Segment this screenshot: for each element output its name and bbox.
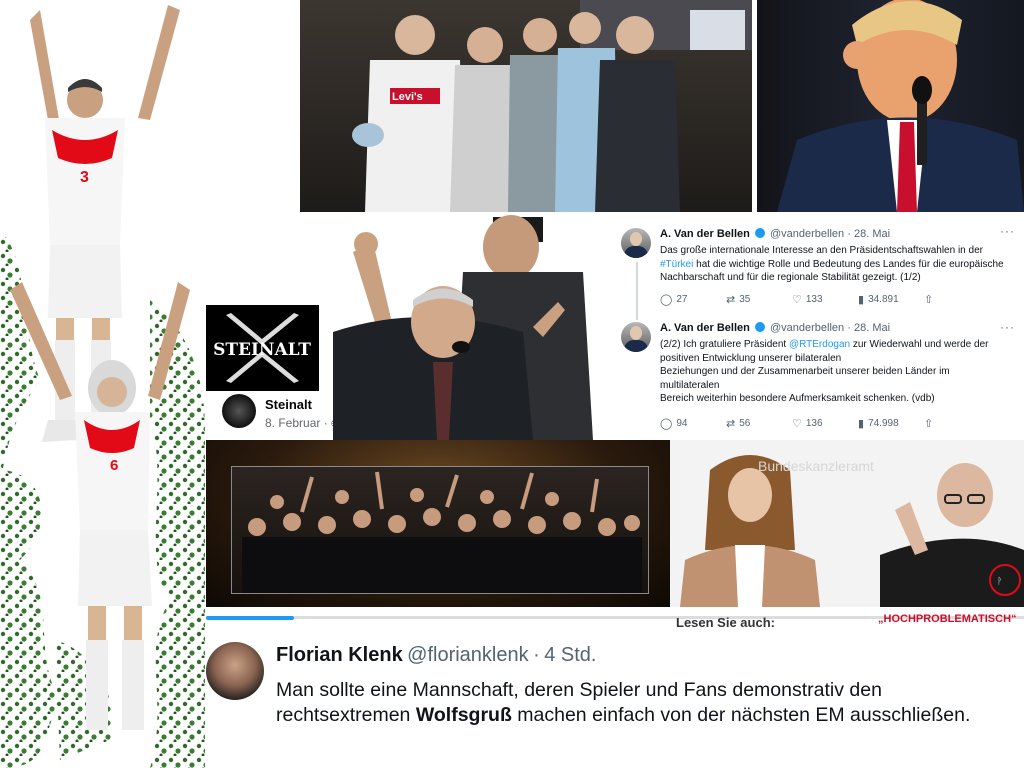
- tweet-text-part: hat die wichtige Rolle und Bedeutung des…: [660, 258, 1004, 284]
- heart-icon: ♡: [792, 293, 802, 306]
- tweet-separator: ·: [847, 322, 851, 334]
- related-headline[interactable]: „HOCHPROBLEMATISCH“: [878, 613, 1017, 625]
- florian-time[interactable]: 4 Std.: [544, 644, 596, 666]
- group-photo-illustration: Levi's: [352, 0, 752, 212]
- tweet-avatar[interactable]: [621, 322, 651, 352]
- views-button[interactable]: ▮ 34.891: [858, 293, 924, 306]
- retweet-button[interactable]: ⇄ 35: [726, 293, 792, 306]
- like-count: 136: [805, 418, 823, 429]
- florian-avatar[interactable]: [206, 642, 264, 700]
- crowd-illustration: [242, 471, 642, 593]
- share-button[interactable]: ⇧: [924, 417, 944, 430]
- tweet-text-part: (2/2) Ich gratuliere Präsident: [660, 339, 789, 350]
- views-count: 74.998: [868, 418, 899, 429]
- views-chart-icon: ▮: [858, 417, 865, 430]
- thread-line: [636, 262, 638, 320]
- share-button[interactable]: ⇧: [924, 293, 944, 306]
- tweet-header: A. Van der Bellen @vanderbellen · 28. Ma…: [660, 228, 890, 240]
- retweet-button[interactable]: ⇄ 56: [726, 417, 792, 430]
- reply-count: 27: [676, 294, 688, 305]
- kanzleramt-watermark: Bundeskanzleramt: [758, 458, 874, 474]
- retweet-icon: ⇄: [726, 417, 736, 430]
- football-players-photo: 3 6: [0, 0, 205, 768]
- speaker-photo: [757, 0, 1024, 212]
- tweet-date[interactable]: 28. Mai: [854, 322, 890, 334]
- views-count: 34.891: [868, 294, 899, 305]
- tweet-author-name[interactable]: A. Van der Bellen: [660, 228, 750, 240]
- views-button[interactable]: ▮ 74.998: [858, 417, 924, 430]
- like-button[interactable]: ♡ 136: [792, 417, 858, 430]
- heart-icon: ♡: [792, 417, 802, 430]
- tweet-avatar[interactable]: [621, 228, 651, 258]
- steinalt-post-date[interactable]: 8. Februar: [265, 416, 320, 430]
- retweet-count: 35: [739, 294, 751, 305]
- tweet-text-part: Das große internationale Interesse an de…: [660, 245, 983, 256]
- tweet-text: Das große internationale Interesse an de…: [660, 244, 1015, 285]
- steinalt-post-meta: 8. Februar · 🌐︎: [265, 416, 339, 430]
- retweet-count: 56: [739, 418, 751, 429]
- mention-link[interactable]: @RTErdogan: [789, 339, 850, 350]
- steinalt-page-name[interactable]: Steinalt: [265, 397, 312, 412]
- reply-icon: ◯: [660, 417, 673, 430]
- reply-button[interactable]: ◯ 27: [660, 293, 726, 306]
- more-options-icon[interactable]: ···: [1000, 224, 1015, 238]
- tweet-one[interactable]: A. Van der Bellen @vanderbellen · 28. Ma…: [615, 222, 1020, 317]
- steinalt-logo: STEINALT: [206, 305, 319, 391]
- florian-tweet[interactable]: Florian Klenk @florianklenk · 4 Std. Man…: [206, 628, 1024, 768]
- band-logo-art: STEINALT: [213, 313, 311, 383]
- florian-text-part: machen einfach von der nächsten EM aussc…: [511, 704, 971, 726]
- svg-text:3: 3: [80, 169, 89, 186]
- speech-illustration: [333, 215, 593, 440]
- press-photo: Bundeskanzleramt ᚹ: [670, 440, 1024, 607]
- hashtag-link[interactable]: #Türkei: [660, 259, 693, 270]
- tweet-actions: ◯ 94 ⇄ 56 ♡ 136 ▮ 74.998 ⇧: [660, 417, 1005, 430]
- share-icon: ⇧: [924, 293, 934, 306]
- steinalt-avatar[interactable]: [222, 394, 256, 428]
- speaker-illustration: [777, 0, 1024, 212]
- like-button[interactable]: ♡ 133: [792, 293, 858, 306]
- florian-tweet-text: Man sollte eine Mannschaft, deren Spiele…: [276, 678, 1016, 728]
- retweet-icon: ⇄: [726, 293, 736, 306]
- verified-badge-icon: [754, 228, 765, 238]
- levis-shirt-text: Levi's: [392, 91, 423, 103]
- tweet-actions: ◯ 27 ⇄ 35 ♡ 133 ▮ 34.891 ⇧: [660, 293, 1005, 306]
- reply-button[interactable]: ◯ 94: [660, 417, 726, 430]
- florian-handle[interactable]: @florianklenk: [407, 644, 528, 666]
- florian-tweet-header: Florian Klenk @florianklenk · 4 Std.: [276, 644, 596, 667]
- tweet-author-name[interactable]: A. Van der Bellen: [660, 322, 750, 334]
- tweet-text-line: Beziehungen und der Zusammenarbeit unser…: [660, 366, 950, 378]
- views-chart-icon: ▮: [858, 293, 865, 306]
- more-options-icon[interactable]: ···: [1000, 320, 1015, 334]
- florian-name[interactable]: Florian Klenk: [276, 644, 403, 666]
- shirt-logo-mark: ᚹ: [997, 576, 1002, 587]
- tweet-text-line: multilateralen: [660, 379, 720, 391]
- share-icon: ⇧: [924, 417, 934, 430]
- meta-separator: ·: [323, 416, 328, 430]
- progress-bar-fill: [206, 616, 294, 620]
- tweet-header: A. Van der Bellen @vanderbellen · 28. Ma…: [660, 322, 890, 334]
- logo-text: STEINALT: [213, 340, 311, 360]
- tweet-separator: ·: [847, 228, 851, 240]
- florian-separator: ·: [533, 644, 540, 666]
- concert-photo-inner: [231, 466, 649, 594]
- tweet-text-line: Bereich weiterhin besondere Aufmerksamke…: [660, 393, 935, 405]
- concert-photo: [206, 440, 670, 607]
- like-count: 133: [805, 294, 823, 305]
- tweet-date[interactable]: 28. Mai: [854, 228, 890, 240]
- verified-badge-icon: [754, 322, 765, 332]
- tweet-handle[interactable]: @vanderbellen: [770, 228, 844, 240]
- speech-photo: [333, 212, 610, 440]
- tweet-text: (2/2) Ich gratuliere Präsident @RTErdoga…: [660, 338, 1015, 406]
- reply-icon: ◯: [660, 293, 673, 306]
- players-illustration: 3 6: [0, 5, 205, 768]
- group-photo: Levi's: [300, 0, 752, 212]
- tweet-handle[interactable]: @vanderbellen: [770, 322, 844, 334]
- svg-text:6: 6: [110, 457, 118, 474]
- reply-count: 94: [676, 418, 688, 429]
- florian-text-bold: Wolfsgruß: [415, 704, 512, 726]
- tweet-two[interactable]: A. Van der Bellen @vanderbellen · 28. Ma…: [615, 316, 1020, 436]
